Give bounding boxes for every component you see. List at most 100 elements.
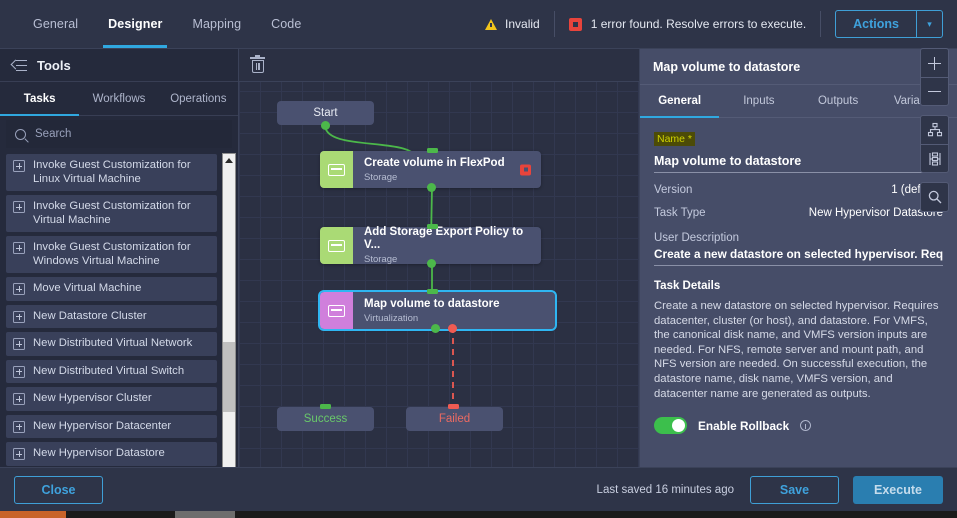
- tab-general[interactable]: General: [18, 0, 93, 48]
- name-field-label: Name *: [654, 132, 696, 146]
- workflow-canvas[interactable]: Start Create volume in FlexPod Storage A…: [239, 49, 639, 481]
- validity-status: Invalid: [485, 17, 540, 31]
- list-item-label: Invoke Guest Customization for Linux Vir…: [33, 159, 191, 185]
- list-item[interactable]: New Datastore Cluster: [6, 304, 217, 328]
- node-success-label: Success: [303, 413, 348, 425]
- map-volume-input-port[interactable]: [427, 289, 438, 294]
- chevron-down-icon[interactable]: ▾: [916, 11, 942, 37]
- tools-header: Tools: [0, 49, 238, 82]
- map-volume-failed-port[interactable]: [448, 324, 457, 333]
- top-tab-strip: General Designer Mapping Code: [0, 0, 316, 48]
- task-details-text: Create a new datastore on selected hyper…: [654, 300, 939, 400]
- node-category-icon: [320, 292, 353, 329]
- zoom-in-icon[interactable]: [921, 49, 948, 77]
- node-error-badge[interactable]: [520, 164, 531, 175]
- execute-button[interactable]: Execute: [853, 475, 943, 504]
- node-category-icon: [320, 227, 353, 264]
- node-text: Map volume to datastore Virtualization: [353, 292, 509, 329]
- top-bar-right: Invalid 1 error found. Resolve errors to…: [485, 0, 957, 48]
- close-button-label: Close: [41, 482, 76, 497]
- export-policy-output-port[interactable]: [427, 259, 436, 268]
- save-button[interactable]: Save: [750, 475, 839, 504]
- list-item[interactable]: Invoke Guest Customization for Virtual M…: [6, 195, 217, 232]
- list-item[interactable]: Invoke Guest Customization for Windows V…: [6, 236, 217, 273]
- list-item-label: New Hypervisor Datastore: [33, 447, 165, 459]
- node-title: Create volume in FlexPod: [364, 156, 505, 169]
- scroll-up-icon[interactable]: [223, 154, 235, 167]
- footer-bar: Close Last saved 16 minutes ago Save Exe…: [0, 467, 957, 511]
- node-subtitle: Virtualization: [364, 312, 419, 324]
- task-list-scrollbar[interactable]: [222, 153, 236, 479]
- taskbar-item-active[interactable]: [0, 511, 66, 518]
- properties-panel: Map volume to datastore General Inputs O…: [639, 49, 957, 481]
- tab-mapping[interactable]: Mapping: [177, 0, 256, 48]
- zoom-tool-group: [920, 48, 949, 106]
- tab-outputs[interactable]: Outputs: [799, 85, 878, 117]
- app-root: General Designer Mapping Code Invalid 1 …: [0, 0, 957, 518]
- list-item[interactable]: New Hypervisor Datastore: [6, 442, 217, 466]
- tools-panel: Tools Tasks Workflows Operations Search …: [0, 49, 239, 481]
- collapse-panel-icon[interactable]: [12, 59, 27, 72]
- server-icon: [328, 239, 345, 252]
- tab-designer-label: Designer: [108, 17, 163, 31]
- server-icon: [328, 304, 345, 317]
- list-item[interactable]: New Hypervisor Datacenter: [6, 414, 217, 438]
- error-status: 1 error found. Resolve errors to execute…: [568, 17, 806, 31]
- tab-outputs-label: Outputs: [817, 95, 859, 107]
- create-volume-output-port[interactable]: [427, 183, 436, 192]
- tab-tasks[interactable]: Tasks: [0, 82, 80, 116]
- node-success[interactable]: Success: [277, 407, 374, 431]
- name-field[interactable]: Map volume to datastore: [654, 150, 943, 173]
- plus-icon: [13, 393, 25, 405]
- enable-rollback-toggle[interactable]: [654, 417, 687, 435]
- node-category-icon: [320, 151, 353, 188]
- node-subtitle: Storage: [364, 254, 398, 265]
- properties-tab-strip: General Inputs Outputs Variables: [640, 85, 957, 118]
- delete-icon[interactable]: [250, 54, 265, 74]
- tab-workflows[interactable]: Workflows: [79, 82, 158, 115]
- node-text: Add Storage Export Policy to V... Storag…: [353, 226, 541, 265]
- tab-designer[interactable]: Designer: [93, 0, 177, 48]
- tab-code-label: Code: [271, 17, 302, 31]
- list-item[interactable]: New Distributed Virtual Switch: [6, 359, 217, 383]
- failed-input-port[interactable]: [448, 404, 459, 409]
- plus-icon: [13, 338, 25, 350]
- divider: [553, 11, 555, 37]
- node-map-volume-to-datastore[interactable]: Map volume to datastore Virtualization: [318, 290, 557, 331]
- tab-general-label: General: [33, 17, 79, 31]
- rollback-row: Enable Rollback: [654, 417, 943, 435]
- zoom-out-icon[interactable]: [921, 77, 948, 105]
- success-input-port[interactable]: [320, 404, 331, 409]
- tab-code[interactable]: Code: [256, 0, 316, 48]
- create-volume-input-port[interactable]: [427, 148, 438, 153]
- list-item[interactable]: Move Virtual Machine: [6, 277, 217, 301]
- close-button[interactable]: Close: [14, 475, 103, 504]
- list-item[interactable]: Invoke Guest Customization for Linux Vir…: [6, 154, 217, 191]
- tab-operations[interactable]: Operations: [159, 82, 238, 115]
- task-type-row: Task Type New Hypervisor Datastore: [654, 207, 943, 219]
- info-icon[interactable]: [800, 420, 812, 432]
- map-volume-success-port[interactable]: [431, 324, 440, 333]
- list-item[interactable]: New Distributed Virtual Network: [6, 332, 217, 356]
- scrollbar-thumb[interactable]: [223, 342, 235, 412]
- layout-tool-group: [920, 115, 949, 173]
- search-tool-group: [920, 182, 949, 212]
- node-title: Add Storage Export Policy to V...: [364, 226, 524, 251]
- fit-view-icon[interactable]: [921, 144, 948, 172]
- search-input[interactable]: Search: [6, 120, 232, 148]
- export-policy-input-port[interactable]: [427, 224, 438, 229]
- user-description-field[interactable]: Create a new datastore on selected hyper…: [654, 247, 943, 266]
- start-output-port[interactable]: [321, 121, 330, 130]
- task-details-heading: Task Details: [654, 280, 721, 292]
- tab-general[interactable]: General: [640, 85, 720, 118]
- actions-button[interactable]: Actions ▾: [835, 10, 943, 38]
- list-item[interactable]: New Hypervisor Cluster: [6, 387, 217, 411]
- taskbar-item[interactable]: [175, 511, 235, 518]
- node-failed[interactable]: Failed: [406, 407, 503, 431]
- search-canvas-icon[interactable]: [921, 183, 948, 211]
- tab-inputs[interactable]: Inputs: [719, 85, 798, 117]
- list-item-label: New Distributed Virtual Network: [33, 337, 193, 349]
- plus-icon: [13, 283, 25, 295]
- auto-layout-icon[interactable]: [921, 116, 948, 144]
- version-row: Version 1 (default): [654, 184, 943, 196]
